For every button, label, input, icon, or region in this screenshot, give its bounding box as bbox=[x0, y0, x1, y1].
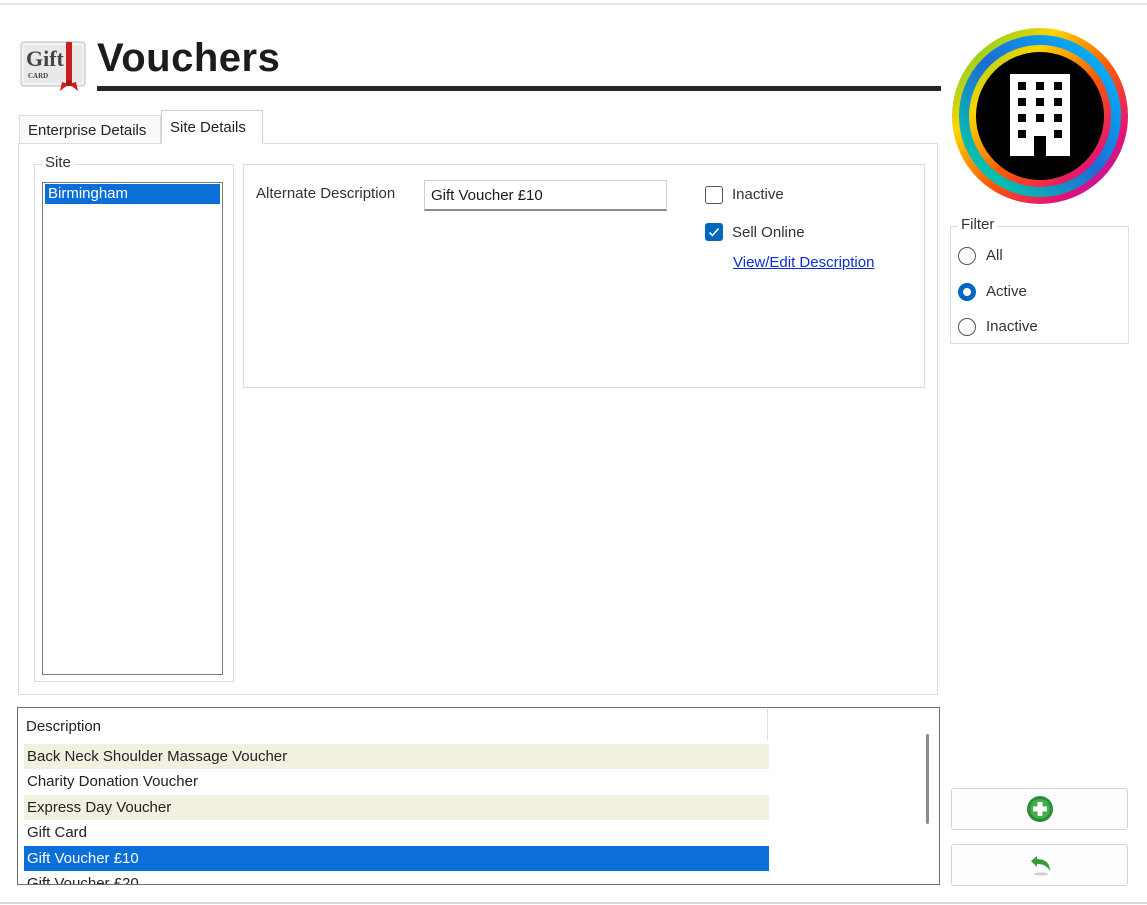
table-row[interactable]: Charity Donation Voucher bbox=[24, 769, 769, 794]
table-row[interactable]: Express Day Voucher bbox=[24, 794, 769, 821]
checkmark-icon bbox=[708, 227, 720, 237]
filter-group-legend: Filter bbox=[958, 216, 998, 233]
filter-all-label: All bbox=[986, 247, 1003, 264]
sell-online-checkbox[interactable] bbox=[705, 223, 723, 241]
grid-scrollbar[interactable] bbox=[926, 734, 929, 824]
alternate-description-input[interactable] bbox=[424, 180, 667, 211]
undo-button[interactable] bbox=[951, 844, 1128, 886]
sell-online-checkbox-label: Sell Online bbox=[732, 224, 805, 241]
filter-all-radio[interactable] bbox=[958, 247, 976, 265]
add-button[interactable] bbox=[951, 788, 1128, 830]
undo-arrow-icon bbox=[1030, 856, 1050, 876]
table-row-selected[interactable]: Gift Voucher £10 bbox=[24, 845, 769, 871]
site-group-legend: Site bbox=[42, 154, 74, 171]
column-separator bbox=[767, 709, 768, 740]
filter-active-radio[interactable] bbox=[958, 283, 976, 301]
grid-rows: Back Neck Shoulder Massage Voucher Chari… bbox=[24, 744, 769, 884]
add-circle-icon bbox=[1026, 796, 1053, 822]
alternate-description-label: Alternate Description bbox=[256, 185, 396, 202]
inactive-checkbox[interactable] bbox=[705, 186, 723, 204]
inactive-checkbox-label: Inactive bbox=[732, 186, 784, 203]
filter-group bbox=[950, 226, 1129, 344]
description-column-header[interactable]: Description bbox=[26, 718, 101, 735]
view-edit-description-link[interactable]: View/Edit Description bbox=[733, 254, 874, 271]
gift-card-icon: Gift CARD bbox=[20, 40, 88, 92]
page-title: Vouchers bbox=[97, 36, 281, 80]
title-underline bbox=[97, 86, 941, 91]
vouchers-grid[interactable]: Description Back Neck Shoulder Massage V… bbox=[17, 707, 940, 885]
table-row[interactable]: Gift Card bbox=[24, 820, 769, 845]
table-row[interactable]: Back Neck Shoulder Massage Voucher bbox=[24, 744, 769, 770]
site-list[interactable]: Birmingham bbox=[42, 182, 223, 675]
svg-text:Gift: Gift bbox=[26, 46, 65, 71]
filter-inactive-label: Inactive bbox=[986, 318, 1038, 335]
building-icon bbox=[950, 26, 1130, 206]
tab-enterprise-details[interactable]: Enterprise Details bbox=[19, 115, 161, 145]
tab-site-details[interactable]: Site Details bbox=[161, 110, 263, 144]
site-list-item[interactable]: Birmingham bbox=[45, 184, 220, 204]
table-row[interactable]: Gift Voucher £20 bbox=[24, 871, 769, 884]
svg-text:CARD: CARD bbox=[28, 72, 48, 80]
window-bottom-border bbox=[0, 902, 1147, 904]
filter-active-label: Active bbox=[986, 283, 1027, 300]
filter-inactive-radio[interactable] bbox=[958, 318, 976, 336]
window-top-border bbox=[0, 3, 1147, 5]
